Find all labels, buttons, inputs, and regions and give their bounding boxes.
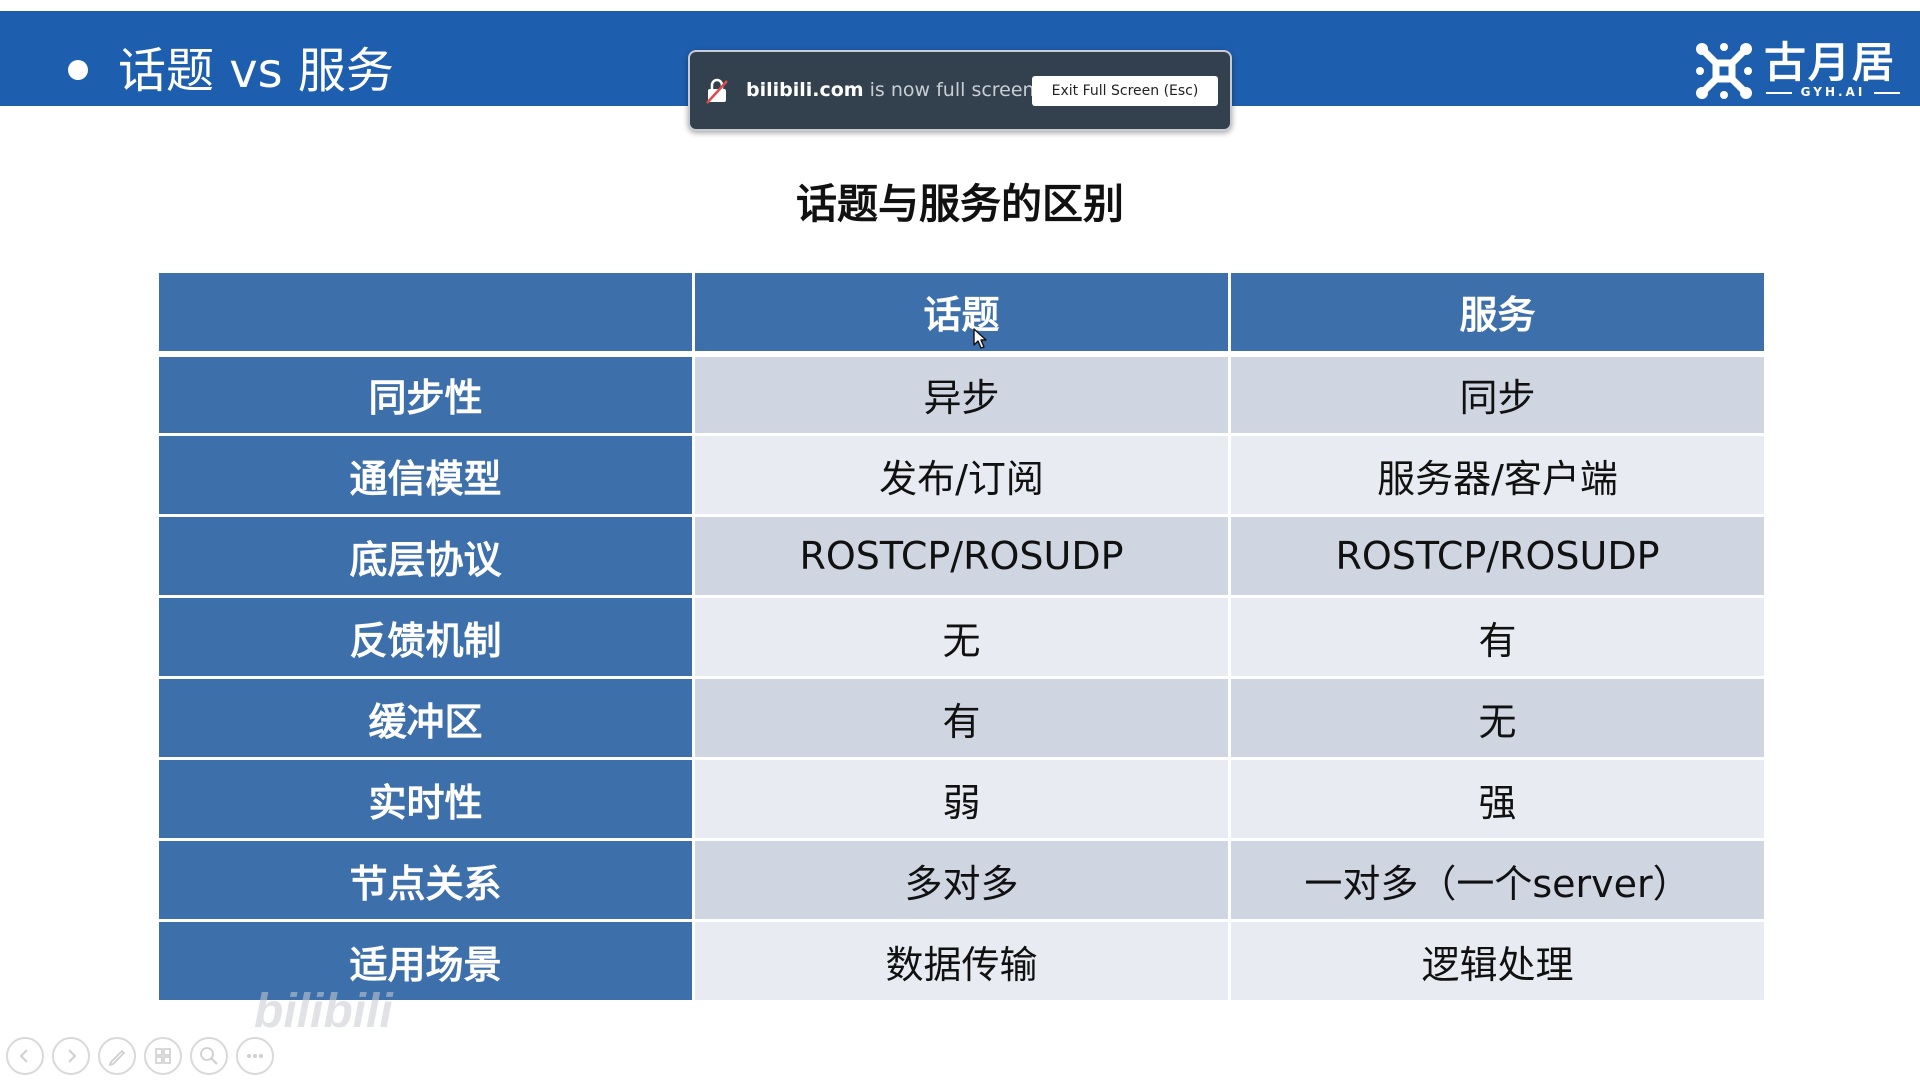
row-label: 适用场景 — [156, 919, 695, 1003]
next-icon — [68, 1049, 77, 1063]
fullscreen-text: is now full screen — [863, 79, 1035, 101]
pen-tool-button[interactable] — [98, 1037, 136, 1075]
table-row: 反馈机制 无 有 — [156, 595, 1767, 679]
pen-icon — [108, 1049, 126, 1067]
table-header-row: 话题 服务 — [156, 270, 1767, 357]
table-row: 实时性 弱 强 — [156, 757, 1767, 841]
logo-mark-icon — [1696, 43, 1752, 99]
slides-overview-button[interactable] — [144, 1037, 182, 1075]
topic-cell: 异步 — [692, 352, 1231, 436]
header-cell-empty — [156, 270, 695, 357]
row-label: 反馈机制 — [156, 595, 695, 679]
logo-text: 古月居 — [1764, 38, 1897, 87]
watermark-text: bilibili — [254, 985, 394, 1038]
topic-cell: ROSTCP/ROSUDP — [692, 514, 1231, 598]
more-icon — [247, 1054, 263, 1058]
topic-cell: 多对多 — [692, 838, 1231, 922]
service-cell: 强 — [1228, 757, 1767, 841]
header-cell-service: 服务 — [1228, 270, 1767, 357]
logo-subtext: GYH.AI — [1766, 85, 1900, 99]
mouse-cursor-icon — [973, 328, 987, 349]
row-label: 节点关系 — [156, 838, 695, 922]
table-row: 通信模型 发布/订阅 服务器/客户端 — [156, 433, 1767, 517]
zoom-icon — [200, 1047, 218, 1065]
more-options-button[interactable] — [236, 1037, 274, 1075]
service-cell: ROSTCP/ROSUDP — [1228, 514, 1767, 598]
bilibili-watermark: bilibili — [254, 985, 394, 1038]
service-cell: 服务器/客户端 — [1228, 433, 1767, 517]
table-title: 话题与服务的区别 — [796, 180, 1124, 228]
slide-title: 话题 vs 服务 — [118, 43, 394, 99]
table-row: 节点关系 多对多 一对多（一个server） — [156, 838, 1767, 922]
lock-icon — [706, 78, 728, 104]
topic-cell: 发布/订阅 — [692, 433, 1231, 517]
slide: 话题 vs 服务 古月居 GYH.AI bilibili.com is now … — [0, 0, 1920, 1080]
slides-icon — [155, 1048, 171, 1064]
header-cell-topic: 话题 — [692, 270, 1231, 357]
service-cell: 无 — [1228, 676, 1767, 760]
topic-cell: 无 — [692, 595, 1231, 679]
fullscreen-notice: bilibili.com is now full screen Exit Ful… — [688, 50, 1232, 131]
fullscreen-message: bilibili.com is now full screen — [746, 76, 1035, 104]
service-cell: 有 — [1228, 595, 1767, 679]
row-label: 缓冲区 — [156, 676, 695, 760]
table-row: 同步性 异步 同步 — [156, 352, 1767, 436]
row-label: 通信模型 — [156, 433, 695, 517]
zoom-button[interactable] — [190, 1037, 228, 1075]
previous-icon — [19, 1049, 28, 1063]
service-cell: 一对多（一个server） — [1228, 838, 1767, 922]
fullscreen-site: bilibili.com — [746, 79, 864, 101]
gyh-logo: 古月居 GYH.AI — [1694, 39, 1904, 99]
bullet-dot — [68, 60, 88, 80]
table-row: 底层协议 ROSTCP/ROSUDP ROSTCP/ROSUDP — [156, 514, 1767, 598]
comparison-table: 话题 服务 同步性 异步 同步 通信模型 发布/订阅 服务器/客户端 底层协议 … — [156, 270, 1767, 1003]
topic-cell: 数据传输 — [692, 919, 1231, 1003]
exit-fullscreen-button[interactable]: Exit Full Screen (Esc) — [1032, 76, 1218, 106]
table-row: 缓冲区 有 无 — [156, 676, 1767, 760]
topic-cell: 弱 — [692, 757, 1231, 841]
row-label: 同步性 — [156, 352, 695, 436]
next-slide-button[interactable] — [52, 1037, 90, 1075]
row-label: 底层协议 — [156, 514, 695, 598]
topic-cell: 有 — [692, 676, 1231, 760]
previous-slide-button[interactable] — [6, 1037, 44, 1075]
service-cell: 同步 — [1228, 352, 1767, 436]
row-label: 实时性 — [156, 757, 695, 841]
service-cell: 逻辑处理 — [1228, 919, 1767, 1003]
